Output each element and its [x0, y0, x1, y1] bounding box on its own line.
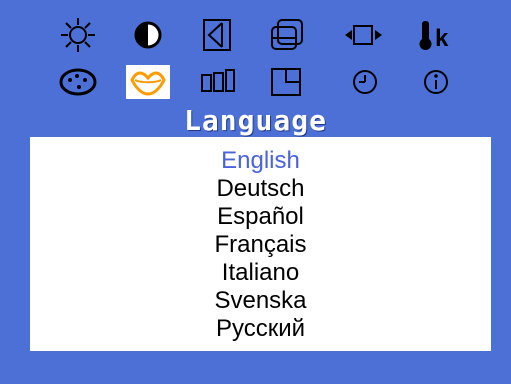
- color-palette-icon-graphic: [59, 68, 97, 96]
- brightness-icon-graphic: [61, 18, 95, 52]
- vertical-position-icon[interactable]: [257, 15, 317, 55]
- language-option-deutsch[interactable]: Deutsch: [30, 175, 491, 203]
- language-list: English Deutsch Español Français Italian…: [30, 147, 491, 343]
- pincushion-icon-graphic: [201, 69, 235, 92]
- horizontal-position-icon[interactable]: [187, 15, 247, 55]
- osd-position-icon[interactable]: [257, 62, 317, 102]
- pincushion-icon[interactable]: [187, 62, 247, 102]
- information-icon[interactable]: [406, 62, 466, 102]
- osd-menu: k Language English Deutsch Español Franç…: [0, 0, 511, 384]
- color-palette-icon[interactable]: [48, 62, 108, 102]
- page-title: Language: [184, 104, 327, 137]
- icon-menu-grid: k: [30, 13, 485, 102]
- language-option-russian[interactable]: Русский: [30, 315, 491, 343]
- horizontal-size-icon-graphic: [345, 25, 382, 45]
- osd-position-icon-graphic: [271, 68, 301, 96]
- information-icon-graphic: [424, 70, 448, 94]
- language-option-francais[interactable]: Français: [30, 231, 491, 259]
- color-temperature-icon-graphic: k: [419, 21, 449, 52]
- language-option-english[interactable]: English: [30, 147, 491, 175]
- color-temperature-k-label: k: [435, 25, 449, 52]
- osd-timer-icon-graphic: [353, 70, 377, 94]
- brightness-icon[interactable]: [48, 15, 108, 55]
- color-temperature-icon[interactable]: k: [406, 15, 466, 55]
- language-option-svenska[interactable]: Svenska: [30, 287, 491, 315]
- horizontal-position-icon-graphic: [203, 19, 231, 51]
- language-option-espanol[interactable]: Español: [30, 203, 491, 231]
- vertical-position-icon-graphic: [271, 19, 303, 50]
- horizontal-size-icon[interactable]: [335, 15, 395, 55]
- language-option-italiano[interactable]: Italiano: [30, 259, 491, 287]
- contrast-icon-graphic: [134, 21, 162, 49]
- language-options-panel: English Deutsch Español Français Italian…: [30, 137, 491, 351]
- contrast-icon[interactable]: [118, 15, 178, 55]
- language-lips-icon-graphic: [126, 65, 170, 99]
- osd-timer-icon[interactable]: [335, 62, 395, 102]
- language-lips-icon[interactable]: [118, 62, 178, 102]
